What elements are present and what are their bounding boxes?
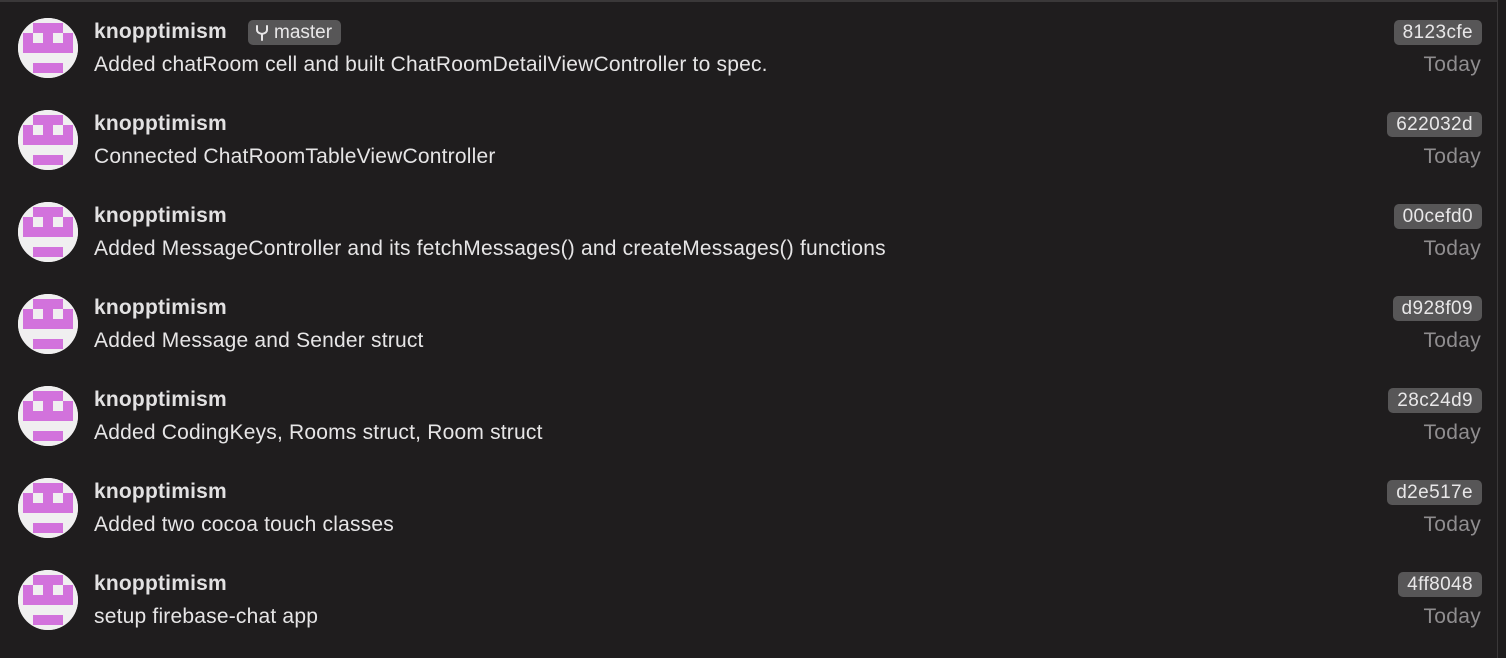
- commit-message: Added CodingKeys, Rooms struct, Room str…: [94, 421, 543, 444]
- commit-author: knopptimism: [94, 112, 227, 135]
- commit-author: knopptimism: [94, 204, 227, 227]
- commit-row[interactable]: knopptimism Added MessageController and …: [0, 186, 1498, 278]
- commit-hash-badge[interactable]: d2e517e: [1387, 480, 1482, 505]
- commit-date: Today: [1423, 421, 1481, 444]
- avatar: [18, 18, 78, 78]
- commit-author: knopptimism: [94, 480, 227, 503]
- commit-row[interactable]: knopptimism Added Message and Sender str…: [0, 278, 1498, 370]
- branch-icon: [254, 24, 270, 42]
- commit-hash-badge[interactable]: d928f09: [1392, 296, 1482, 321]
- commit-author: knopptimism: [94, 572, 227, 595]
- branch-label: master: [274, 21, 333, 43]
- commit-history-panel: knopptimism master Added chatRoom cell a…: [0, 0, 1498, 658]
- commit-date: Today: [1423, 237, 1481, 260]
- commit-row[interactable]: knopptimism Added two cocoa touch classe…: [0, 462, 1498, 554]
- commit-message: Added chatRoom cell and built ChatRoomDe…: [94, 53, 768, 76]
- avatar: [18, 110, 78, 170]
- avatar: [18, 386, 78, 446]
- commit-hash-badge[interactable]: 00cefd0: [1393, 204, 1482, 229]
- commit-hash-badge[interactable]: 28c24d9: [1388, 388, 1482, 413]
- commit-date: Today: [1423, 53, 1481, 76]
- commit-row[interactable]: knopptimism setup firebase-chat app 4ff8…: [0, 554, 1498, 646]
- commit-hash-badge[interactable]: 8123cfe: [1393, 20, 1482, 45]
- commit-author: knopptimism: [94, 20, 227, 43]
- commit-row[interactable]: knopptimism Connected ChatRoomTableViewC…: [0, 94, 1498, 186]
- avatar: [18, 202, 78, 262]
- commit-message: Connected ChatRoomTableViewController: [94, 145, 496, 168]
- commit-message: Added two cocoa touch classes: [94, 513, 394, 536]
- commit-row[interactable]: knopptimism Added CodingKeys, Rooms stru…: [0, 370, 1498, 462]
- commit-author: knopptimism: [94, 296, 227, 319]
- commit-hash-badge[interactable]: 4ff8048: [1398, 572, 1482, 597]
- branch-badge: master: [248, 20, 342, 45]
- avatar: [18, 478, 78, 538]
- commit-message: setup firebase-chat app: [94, 605, 319, 628]
- avatar: [18, 294, 78, 354]
- commit-date: Today: [1423, 513, 1481, 536]
- commit-author: knopptimism: [94, 388, 227, 411]
- commit-hash-badge[interactable]: 622032d: [1387, 112, 1482, 137]
- commit-message: Added Message and Sender struct: [94, 329, 424, 352]
- commit-message: Added MessageController and its fetchMes…: [94, 237, 886, 260]
- commit-date: Today: [1423, 329, 1481, 352]
- commit-date: Today: [1423, 605, 1481, 628]
- avatar: [18, 570, 78, 630]
- commit-row[interactable]: knopptimism master Added chatRoom cell a…: [0, 2, 1498, 94]
- commit-date: Today: [1423, 145, 1481, 168]
